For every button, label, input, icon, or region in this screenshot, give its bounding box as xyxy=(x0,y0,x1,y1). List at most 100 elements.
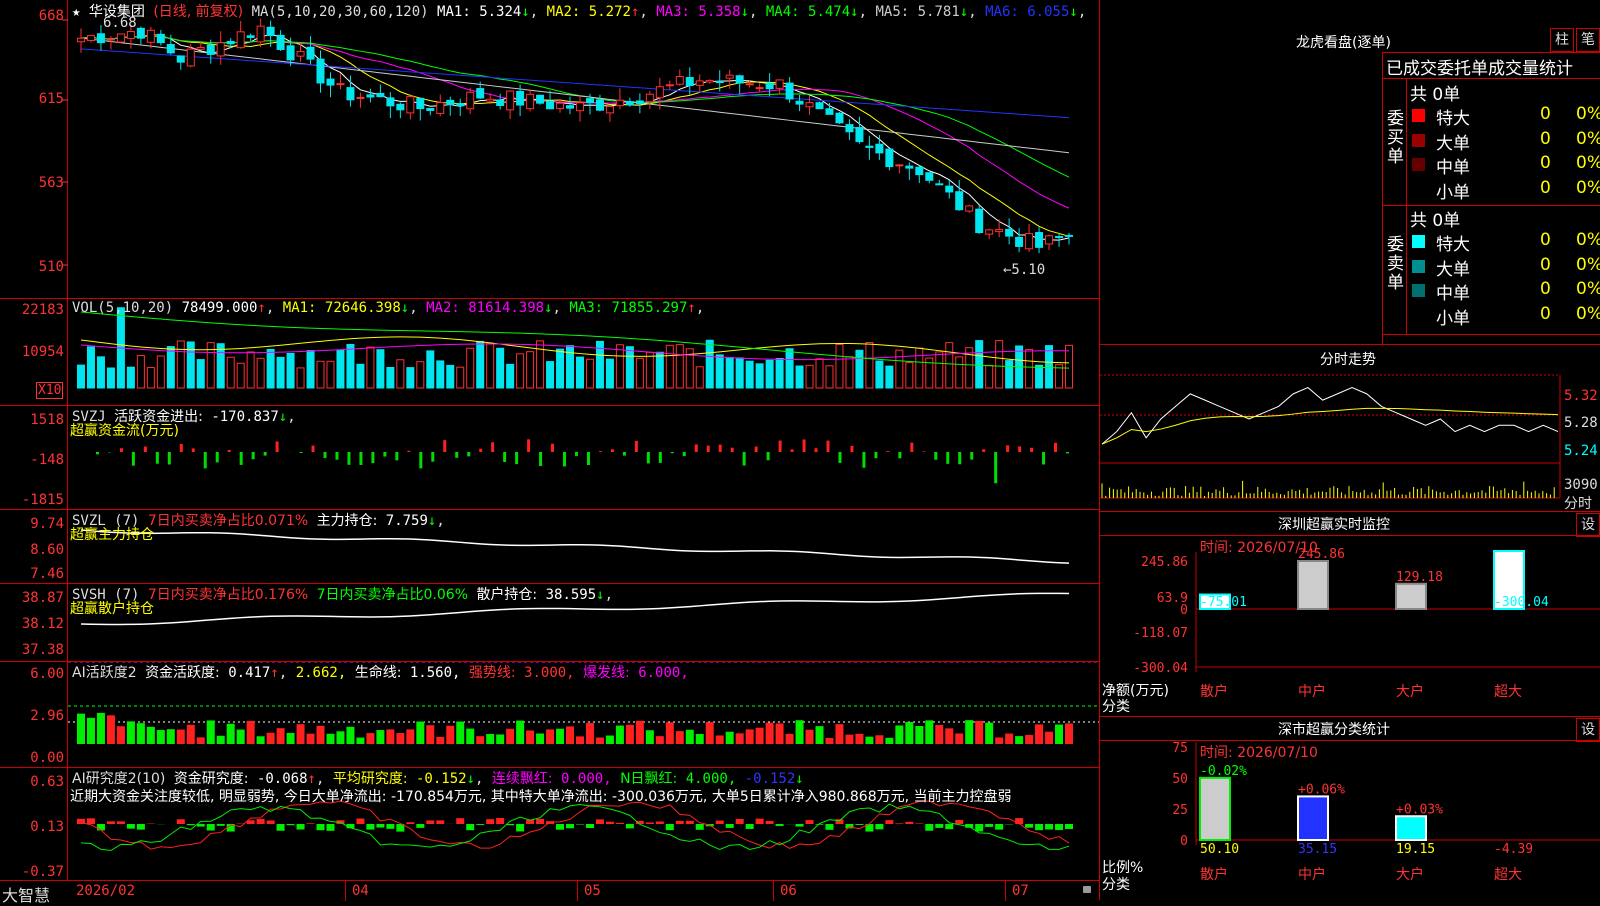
candle-body xyxy=(177,56,184,62)
activity-bar xyxy=(446,726,454,744)
activity-bar xyxy=(426,725,434,744)
candle-body xyxy=(567,106,574,108)
tick-mode-button[interactable]: 笔 xyxy=(1576,28,1600,52)
vol-ma-sep: , xyxy=(409,300,417,316)
stats-category-label: 中户 xyxy=(1298,866,1326,883)
volume-bar xyxy=(726,357,733,388)
activity-bar xyxy=(227,724,235,744)
svzj-arrow: ↓ xyxy=(279,409,287,425)
volume-bar xyxy=(886,366,893,388)
ai2-avg-label: 平均研究度: xyxy=(333,771,408,787)
candle-body xyxy=(946,186,953,192)
svsh-panel[interactable]: 38.87 38.12 37.38 SVSH (7) 7日内买卖净占比0.176… xyxy=(0,584,1100,662)
research-bar xyxy=(456,818,464,824)
candle-body xyxy=(866,146,873,147)
activity-bar xyxy=(816,726,824,744)
bar-mode-button[interactable]: 柱 xyxy=(1550,28,1574,52)
svzl-panel[interactable]: 9.74 8.60 7.46 SVZL (7) 7日内买卖净占比0.071% 主… xyxy=(0,510,1100,584)
intraday-panel[interactable]: 分时走势 5.32 5.28 5.24 3090 分时 xyxy=(1100,345,1600,512)
stats-y-label: 0 xyxy=(1180,834,1188,849)
volume-bar xyxy=(976,341,983,388)
volume-bar xyxy=(517,354,524,388)
activity-bar xyxy=(117,726,125,744)
vol-ma-value: 72646.398 xyxy=(325,300,401,316)
ma-arrow: ↓ xyxy=(521,4,529,20)
ai1-lifeline-label: 生命线: xyxy=(355,665,402,681)
candle-body xyxy=(786,83,793,99)
order-pct: 0% xyxy=(1576,255,1600,275)
research-bar xyxy=(297,824,305,830)
monitor-category-label: 超大 xyxy=(1494,684,1522,700)
dragon-panel[interactable]: 龙虎看盘(逐单) 柱 笔 已成交委托单成交量统计 委买单 共 0单 特大00%大… xyxy=(1100,0,1600,345)
x-label: 07 xyxy=(1012,883,1029,899)
volume-bar xyxy=(706,340,713,388)
activity-bar xyxy=(147,727,155,744)
order-row: 大单00% xyxy=(1410,129,1600,151)
ma-line xyxy=(81,35,1069,241)
volume-bar xyxy=(417,362,424,388)
main-chart-area[interactable]: 668 615 563 510 ★ 华设集团 (日线, 前复权) MA(5,10… xyxy=(0,0,1100,900)
candle-body xyxy=(87,36,94,41)
order-pct: 0% xyxy=(1576,304,1600,324)
research-bar xyxy=(516,824,524,831)
lock-icon[interactable] xyxy=(1083,886,1091,893)
flow-bar xyxy=(216,452,219,462)
volume-bar xyxy=(646,352,653,388)
order-row: 特大00% xyxy=(1410,104,1600,126)
ai-research-panel[interactable]: 0.63 0.13 -0.37 AI研究度2(10) 资金研究度: -0.068… xyxy=(0,768,1100,880)
ma-label: MA3: xyxy=(648,4,699,20)
activity-bar xyxy=(686,730,694,744)
intraday-vol-label: 3090 xyxy=(1564,477,1598,493)
candle-body xyxy=(606,107,613,113)
candle-body xyxy=(1056,237,1063,238)
candle-body xyxy=(287,46,294,60)
volume-bar xyxy=(167,347,174,388)
stats-panel[interactable]: 深市超赢分类统计 设 时间: 2026/07/10 7550250-0.02%5… xyxy=(1100,717,1600,900)
svzl-tail: , xyxy=(436,513,444,529)
activity-bar xyxy=(586,723,594,744)
volume-bar xyxy=(626,347,633,388)
candle-body xyxy=(437,103,444,114)
candle-body xyxy=(237,32,244,48)
flow-bar xyxy=(563,452,566,466)
order-pct: 0% xyxy=(1576,153,1600,173)
vol-panel[interactable]: 22183 10954 X10 VOL(5,10,20) 78499.000↑,… xyxy=(0,300,1100,406)
candle-body xyxy=(936,184,943,185)
activity-bar xyxy=(436,737,444,744)
activity-bar xyxy=(676,731,684,744)
volume-bar xyxy=(796,366,803,388)
ma-list: MA1: 5.324↓, MA2: 5.272↑, MA3: 5.358↓, M… xyxy=(437,4,1086,20)
candle-body xyxy=(966,206,973,211)
order-type: 小单 xyxy=(1436,178,1470,203)
candle-body xyxy=(1006,229,1013,236)
ai1-burst-label: 爆发线: xyxy=(583,665,630,681)
activity-bar xyxy=(895,725,903,744)
candle-body xyxy=(806,103,813,107)
monitor-panel[interactable]: 深圳超赢实时监控 设 时间: 2026/07/10 245.8663.90-11… xyxy=(1100,512,1600,717)
candle-body xyxy=(876,144,883,153)
ai-activity-panel[interactable]: 6.00 2.96 0.00 AI活跃度2 资金活跃度: 0.417↑, 2.6… xyxy=(0,662,1100,768)
activity-bar xyxy=(307,734,315,744)
activity-bar xyxy=(257,736,265,744)
activity-bar xyxy=(346,727,354,744)
svzl-value: 7.759 xyxy=(386,513,428,529)
sell-total: 共 0单 xyxy=(1410,206,1460,231)
dragon-title: 龙虎看盘(逐单) xyxy=(1296,32,1391,52)
sell-side-label: 委卖单 xyxy=(1387,236,1403,293)
candle-body xyxy=(387,98,394,106)
ma-sep: , xyxy=(968,4,976,20)
candle-body xyxy=(886,149,893,167)
flow-bar xyxy=(491,442,494,452)
candle-body xyxy=(397,104,404,109)
flow-bar xyxy=(635,441,638,452)
kline-panel[interactable]: 668 615 563 510 ★ 华设集团 (日线, 前复权) MA(5,10… xyxy=(0,0,1100,300)
flow-bar xyxy=(755,447,758,452)
stats-value-label: 35.15 xyxy=(1298,842,1337,857)
activity-bar xyxy=(955,733,963,744)
volume-bar xyxy=(397,360,404,388)
flow-bar xyxy=(395,452,398,460)
flow-bar xyxy=(647,452,650,463)
svzj-panel[interactable]: 1518 -148 -1815 SVZJ 活跃资金进出: -170.837↓, … xyxy=(0,406,1100,510)
candle-body xyxy=(527,94,534,108)
volume-bar xyxy=(227,357,234,388)
